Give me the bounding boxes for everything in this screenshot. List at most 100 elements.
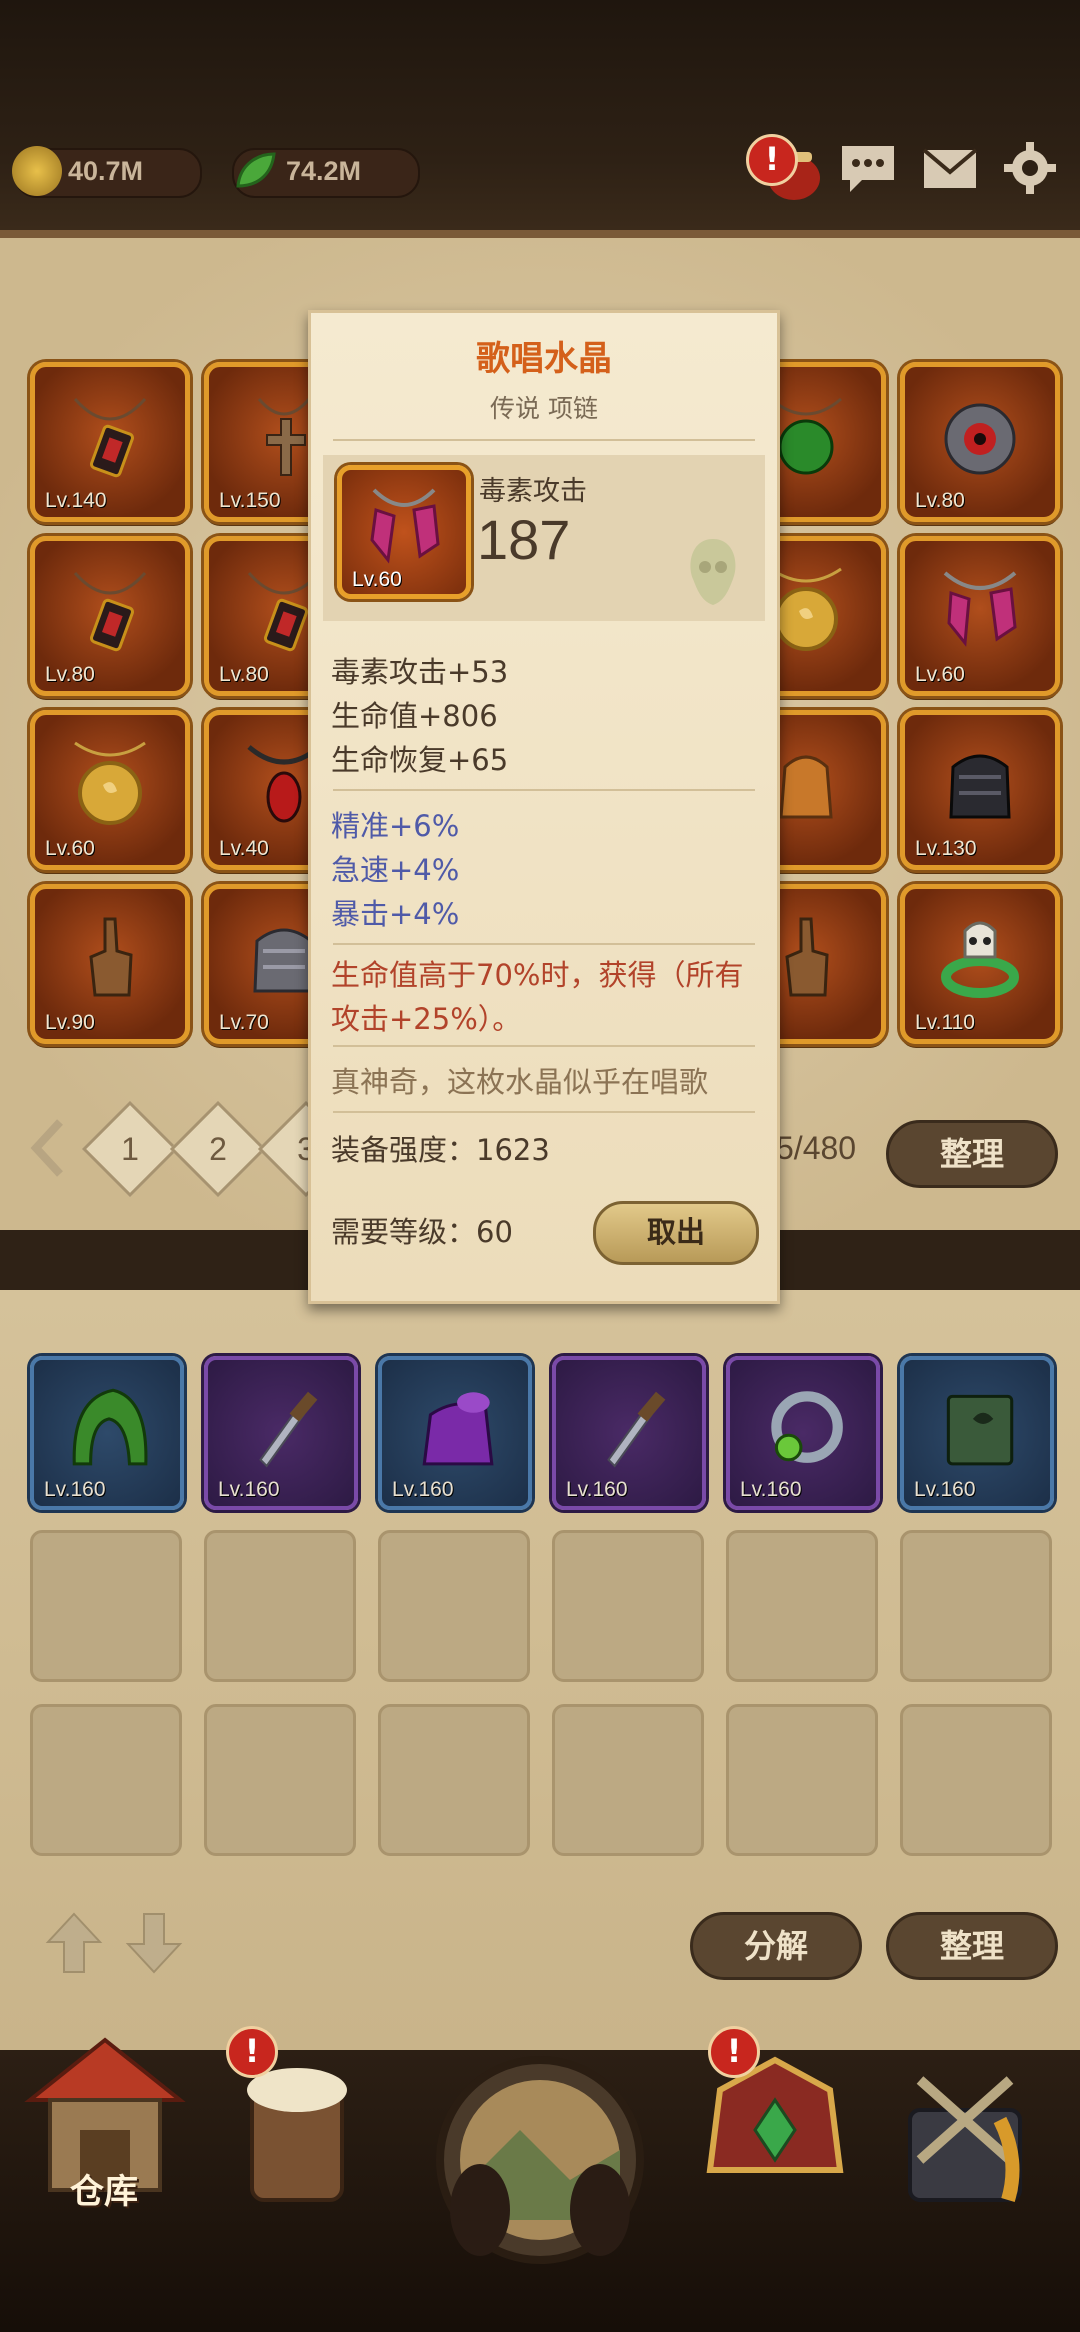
main-stat-value: 187 <box>477 508 571 571</box>
empty-slot[interactable] <box>552 1530 704 1682</box>
empty-slot[interactable] <box>30 1704 182 1856</box>
sort-inventory-button[interactable]: 整理 <box>886 1120 1058 1188</box>
inventory-slot[interactable]: Lv.110 <box>900 884 1060 1044</box>
chevron-left-icon <box>30 1119 63 1177</box>
card-necklace-icon <box>73 398 147 478</box>
mail-button[interactable] <box>920 140 980 200</box>
leaf-resource[interactable]: 74.2M <box>232 148 420 198</box>
inventory-slot[interactable]: Lv.60 <box>30 710 190 870</box>
equipped-slot[interactable]: Lv.160 <box>900 1356 1054 1510</box>
crystal-necklace-icon <box>943 571 1017 647</box>
slot-level: Lv.160 <box>914 1478 976 1501</box>
crystal-necklace-icon <box>370 488 440 564</box>
chat-icon <box>842 146 894 192</box>
empty-slot[interactable] <box>204 1530 356 1682</box>
special-effect: 生命值高于70%时，获得（所有攻击+25%）。 <box>331 958 744 1036</box>
leaf-icon <box>230 146 280 196</box>
empty-slot[interactable] <box>900 1704 1052 1856</box>
base-stat-1: 毒素攻击+53 <box>331 655 509 689</box>
dagger-icon <box>607 1391 666 1468</box>
empty-slot[interactable] <box>204 1704 356 1856</box>
flavor-text: 真神奇，这枚水晶似乎在唱歌 <box>331 1065 709 1099</box>
inventory-slot[interactable]: Lv.130 <box>900 710 1060 870</box>
empty-slot[interactable] <box>378 1530 530 1682</box>
base-stat-2: 生命值+806 <box>331 699 498 733</box>
inventory-slot[interactable]: Lv.80 <box>900 362 1060 522</box>
nav-forge[interactable] <box>880 2020 1050 2220</box>
bonus-stat-3: 暴击+4% <box>331 897 460 931</box>
slot-level: Lv.90 <box>45 1011 95 1034</box>
skull-ring-icon <box>941 921 1019 998</box>
slot-level: Lv.160 <box>218 1478 280 1501</box>
slot-level: Lv.160 <box>566 1478 628 1501</box>
nav-tavern[interactable]: ! <box>212 2020 382 2220</box>
black-gauntlet-icon <box>949 754 1011 819</box>
item-header-box: Lv.60 毒素攻击 187 <box>323 455 765 621</box>
take-out-button[interactable]: 取出 <box>593 1201 759 1265</box>
gold-medallion-icon <box>74 741 146 825</box>
forge-icon <box>908 2076 1022 2203</box>
move-down-button[interactable] <box>124 1910 184 1980</box>
move-up-button[interactable] <box>44 1910 104 1980</box>
purple-glove-icon <box>422 1392 494 1466</box>
gold-resource[interactable]: 40.7M <box>12 146 202 198</box>
equipped-slot[interactable]: Lv.160 <box>726 1356 880 1510</box>
inventory-slot[interactable]: Lv.140 <box>30 362 190 522</box>
inventory-slot[interactable]: Lv.90 <box>30 884 190 1044</box>
bonus-stat-1: 精准+6% <box>331 809 460 843</box>
inventory-slot[interactable]: Lv.80 <box>30 536 190 696</box>
bonus-stat-2: 急速+4% <box>331 853 460 887</box>
prev-page-button[interactable] <box>28 1118 68 1178</box>
slot-level: Lv.60 <box>915 663 965 686</box>
nav-warehouse[interactable]: 仓库 <box>20 2020 190 2220</box>
arrow-up-icon <box>45 1912 103 1973</box>
settings-button[interactable] <box>1000 140 1060 200</box>
equipped-slot[interactable]: Lv.160 <box>552 1356 706 1510</box>
green-gem-ring-icon <box>771 1391 843 1463</box>
equipped-slot[interactable]: Lv.160 <box>30 1356 184 1510</box>
empty-slot[interactable] <box>552 1704 704 1856</box>
empty-slot[interactable] <box>726 1704 878 1856</box>
gold-value: 40.7M <box>68 156 144 186</box>
decompose-button[interactable]: 分解 <box>690 1912 862 1980</box>
item-rarity-type: 传说 项链 <box>490 394 598 423</box>
inventory-count: 5/480 <box>776 1130 857 1166</box>
inventory-slot[interactable]: Lv.60 <box>900 536 1060 696</box>
empty-slot[interactable] <box>900 1530 1052 1682</box>
slot-level: Lv.160 <box>392 1478 454 1501</box>
item-level: Lv.60 <box>352 568 402 591</box>
equipped-slot[interactable]: Lv.160 <box>204 1356 358 1510</box>
slot-level: Lv.80 <box>915 489 965 512</box>
slot-level: Lv.150 <box>219 489 281 512</box>
main-stat-name: 毒素攻击 <box>479 476 587 507</box>
page-1-label: 1 <box>121 1131 139 1167</box>
base-stat-3: 生命恢复+65 <box>331 743 509 777</box>
nav-portal[interactable] <box>420 2040 660 2270</box>
empty-slot[interactable] <box>726 1530 878 1682</box>
arrow-down-icon <box>125 1913 183 1974</box>
pointing-glove-icon <box>89 917 133 997</box>
chat-button[interactable] <box>838 140 898 200</box>
mail-icon <box>922 148 978 188</box>
sort-equipped-button[interactable]: 整理 <box>886 1912 1058 1980</box>
nav-crown[interactable]: ! <box>690 2020 860 2220</box>
card-necklace-icon <box>73 572 147 652</box>
empty-slot[interactable] <box>378 1704 530 1856</box>
gold-coin-icon <box>12 146 62 196</box>
equipped-slot[interactable]: Lv.160 <box>378 1356 532 1510</box>
slot-level: Lv.110 <box>915 1011 975 1034</box>
slot-level: Lv.70 <box>219 1011 269 1034</box>
green-hood-icon <box>72 1388 148 1466</box>
alert-badge: ! <box>708 2026 760 2078</box>
level-requirement: 需要等级：60 <box>331 1215 513 1249</box>
gift-pot-button[interactable]: ! <box>746 134 824 204</box>
slot-level: Lv.160 <box>44 1478 106 1501</box>
slot-level: Lv.160 <box>740 1478 802 1501</box>
slot-level: Lv.60 <box>45 837 95 860</box>
eye-amulet-icon <box>944 403 1016 475</box>
page-2-label: 2 <box>209 1131 227 1167</box>
slot-level: Lv.130 <box>915 837 977 860</box>
equipment-power: 装备强度：1623 <box>331 1133 550 1167</box>
empty-slot[interactable] <box>30 1530 182 1682</box>
alert-badge: ! <box>226 2026 278 2078</box>
